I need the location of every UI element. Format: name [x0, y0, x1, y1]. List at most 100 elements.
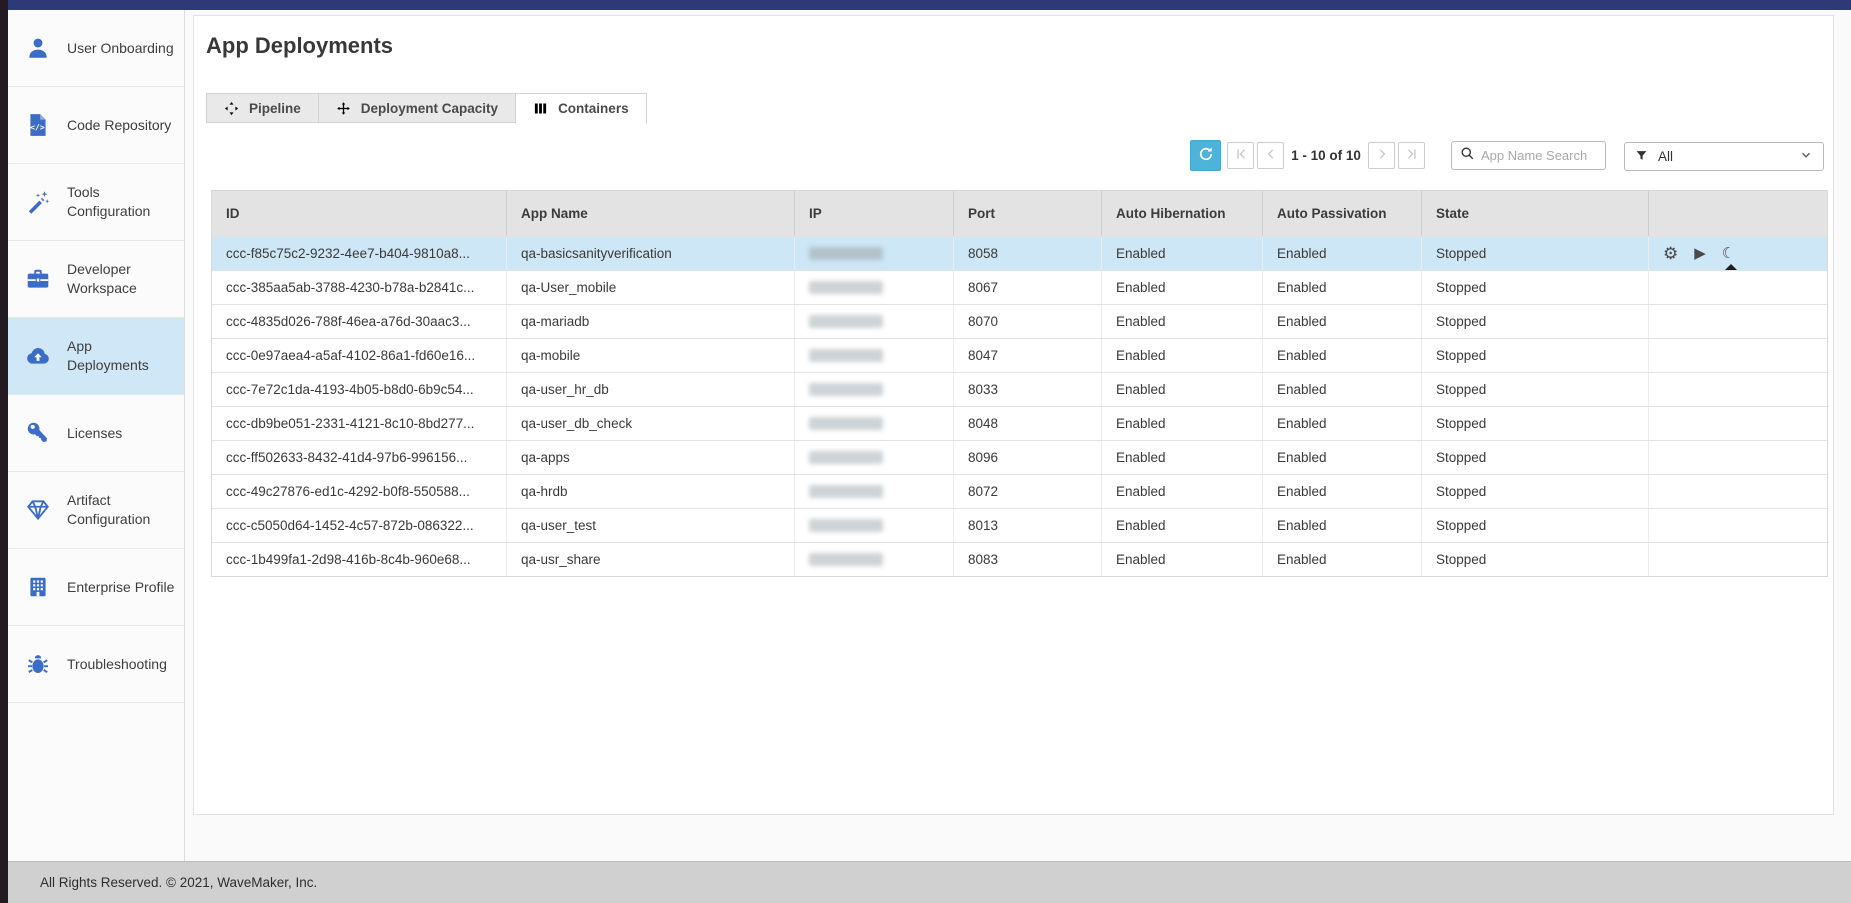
cell-state: Stopped — [1421, 305, 1648, 338]
cell-auto-hibernation: Enabled — [1101, 373, 1262, 406]
cell-app-name: qa-mobile — [506, 339, 794, 372]
table-row[interactable]: ccc-4835d026-788f-46ea-a76d-30aac3... qa… — [212, 304, 1827, 338]
search-box — [1451, 141, 1606, 170]
table-header-row: IDApp NameIPPortAuto HibernationAuto Pas… — [212, 191, 1827, 236]
diamond-icon — [24, 496, 52, 524]
cell-auto-passivation: Enabled — [1262, 339, 1421, 372]
table-row[interactable]: ccc-c5050d64-1452-4c57-872b-086322... qa… — [212, 508, 1827, 542]
sidebar-item-enterprise-profile[interactable]: Enterprise Profile — [8, 549, 184, 626]
cell-auto-hibernation: Enabled — [1101, 509, 1262, 542]
sidebar-item-code-repository[interactable]: </> Code Repository — [8, 87, 184, 164]
cell-id: ccc-0e97aea4-a5af-4102-86a1-fd60e16... — [212, 339, 506, 372]
cell-state: Stopped — [1421, 509, 1648, 542]
table-row[interactable]: ccc-7e72c1da-4193-4b05-b8d0-6b9c54... qa… — [212, 372, 1827, 406]
cell-auto-hibernation: Enabled — [1101, 271, 1262, 304]
table-row[interactable]: ccc-f85c75c2-9232-4ee7-b404-9810a8... qa… — [212, 236, 1827, 270]
cell-app-name: qa-basicsanityverification — [506, 237, 794, 270]
sidebar-item-licenses[interactable]: Licenses — [8, 395, 184, 472]
cell-id: ccc-385aa5ab-3788-4230-b78a-b2841c... — [212, 271, 506, 304]
table-row[interactable]: ccc-ff502633-8432-41d4-97b6-996156... qa… — [212, 440, 1827, 474]
settings-gear-icon[interactable]: ⚙ — [1663, 245, 1678, 262]
cell-id: ccc-4835d026-788f-46ea-a76d-30aac3... — [212, 305, 506, 338]
sidebar-item-label: Tools Configuration — [67, 183, 175, 221]
sidebar-item-user-onboarding[interactable]: User Onboarding — [8, 10, 184, 87]
cell-auto-passivation: Enabled — [1262, 305, 1421, 338]
table-row[interactable]: ccc-385aa5ab-3788-4230-b78a-b2841c... qa… — [212, 270, 1827, 304]
table-row[interactable]: ccc-0e97aea4-a5af-4102-86a1-fd60e16... q… — [212, 338, 1827, 372]
cell-id: ccc-db9be051-2331-4121-8c10-8bd277... — [212, 407, 506, 440]
sidebar-item-label: App Deployments — [67, 337, 175, 375]
sidebar-item-label: Artifact Configuration — [67, 491, 175, 529]
tab-containers[interactable]: Containers — [515, 93, 647, 124]
ip-redacted-blur — [809, 417, 883, 430]
cell-ip — [794, 441, 953, 474]
cell-ip — [794, 339, 953, 372]
column-header-actions — [1648, 191, 1827, 236]
containers-table: IDApp NameIPPortAuto HibernationAuto Pas… — [211, 190, 1828, 577]
table-row[interactable]: ccc-1b499fa1-2d98-416b-8c4b-960e68... qa… — [212, 542, 1827, 576]
cell-auto-passivation: Enabled — [1262, 271, 1421, 304]
column-header-port: Port — [953, 191, 1101, 236]
cell-app-name: qa-user_db_check — [506, 407, 794, 440]
cloud-upload-icon — [24, 342, 52, 370]
sidebar-item-label: Troubleshooting — [67, 655, 175, 674]
tab-pipeline[interactable]: Pipeline — [206, 93, 319, 123]
cell-auto-hibernation: Enabled — [1101, 407, 1262, 440]
cell-id: ccc-c5050d64-1452-4c57-872b-086322... — [212, 509, 506, 542]
cell-auto-passivation: Enabled — [1262, 373, 1421, 406]
passivate-moon-icon[interactable]: ☾ — [1722, 246, 1735, 261]
content-card: App Deployments PipelineDeployment Capac… — [193, 15, 1834, 815]
next-page-button[interactable] — [1368, 142, 1395, 169]
sidebar-item-label: Licenses — [67, 424, 175, 443]
cell-port: 8067 — [953, 271, 1101, 304]
table-body: ccc-f85c75c2-9232-4ee7-b404-9810a8... qa… — [212, 236, 1827, 576]
cell-actions — [1648, 339, 1827, 372]
cell-auto-hibernation: Enabled — [1101, 475, 1262, 508]
filter-dropdown[interactable]: All — [1624, 142, 1824, 171]
cell-port: 8070 — [953, 305, 1101, 338]
cell-id: ccc-1b499fa1-2d98-416b-8c4b-960e68... — [212, 543, 506, 576]
ip-redacted-blur — [809, 519, 883, 532]
first-page-button[interactable] — [1227, 142, 1254, 169]
cell-ip — [794, 543, 953, 576]
cell-auto-passivation: Enabled — [1262, 441, 1421, 474]
sidebar-item-label: User Onboarding — [67, 39, 175, 58]
cell-actions — [1648, 475, 1827, 508]
ip-redacted-blur — [809, 553, 883, 566]
cell-auto-passivation: Enabled — [1262, 237, 1421, 270]
briefcase-icon — [24, 265, 52, 293]
sidebar: User Onboarding </> Code Repository Tool… — [8, 10, 185, 861]
tab-label: Deployment Capacity — [361, 101, 498, 116]
sidebar-item-developer-workspace[interactable]: Developer Workspace — [8, 241, 184, 318]
column-header-ip: IP — [794, 191, 953, 236]
building-icon — [24, 573, 52, 601]
tab-label: Containers — [558, 101, 629, 116]
tab-deployment-capacity[interactable]: Deployment Capacity — [318, 93, 516, 123]
prev-page-button[interactable] — [1257, 142, 1284, 169]
move-icon — [336, 101, 351, 116]
sidebar-item-app-deployments[interactable]: App Deployments — [8, 318, 184, 395]
sidebar-item-tools-configuration[interactable]: Tools Configuration — [8, 164, 184, 241]
table-row[interactable]: ccc-db9be051-2331-4121-8c10-8bd277... qa… — [212, 406, 1827, 440]
column-header-auto-passivation: Auto Passivation — [1262, 191, 1421, 236]
last-page-button[interactable] — [1398, 142, 1425, 169]
cell-app-name: qa-user_test — [506, 509, 794, 542]
cell-state: Stopped — [1421, 407, 1648, 440]
refresh-button[interactable] — [1190, 140, 1221, 171]
cell-state: Stopped — [1421, 339, 1648, 372]
table-row[interactable]: ccc-49c27876-ed1c-4292-b0f8-550588... qa… — [212, 474, 1827, 508]
cell-actions — [1648, 271, 1827, 304]
cell-port: 8072 — [953, 475, 1101, 508]
cell-actions — [1648, 373, 1827, 406]
page-first-icon — [1234, 147, 1248, 164]
app-name-search-input[interactable] — [1481, 148, 1597, 163]
cell-auto-hibernation: Enabled — [1101, 543, 1262, 576]
chevron-left-icon — [1264, 147, 1278, 164]
cell-actions — [1648, 305, 1827, 338]
sidebar-item-artifact-configuration[interactable]: Artifact Configuration — [8, 472, 184, 549]
sidebar-item-troubleshooting[interactable]: Troubleshooting — [8, 626, 184, 703]
start-play-icon[interactable]: ▶ — [1694, 246, 1706, 261]
cell-port: 8047 — [953, 339, 1101, 372]
chevron-right-icon — [1375, 147, 1389, 164]
cell-ip — [794, 475, 953, 508]
